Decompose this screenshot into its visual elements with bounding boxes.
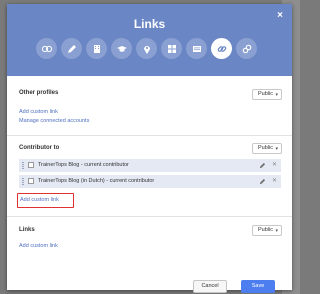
- contributor-row[interactable]: TrainerTops Blog - current contributor ✕: [19, 159, 281, 172]
- links-visibility-value: Public: [258, 227, 273, 233]
- drag-handle-icon[interactable]: [22, 178, 24, 185]
- edit-pencil-icon[interactable]: [259, 178, 266, 185]
- add-custom-link-other-profiles[interactable]: Add custom link: [19, 109, 58, 115]
- contributor-checkbox[interactable]: [28, 162, 34, 168]
- contributor-row-text: TrainerTops Blog (in Dutch) - current co…: [38, 178, 155, 184]
- category-chain-icon[interactable]: [236, 38, 257, 59]
- add-custom-link-contributor[interactable]: Add custom link: [20, 197, 59, 203]
- remove-x-icon[interactable]: ✕: [272, 177, 277, 184]
- dropdown-arrow-icon: ▾: [275, 228, 278, 234]
- drag-handle-icon[interactable]: [22, 162, 24, 169]
- section-divider: [7, 135, 292, 136]
- save-button[interactable]: Save: [241, 280, 275, 293]
- edit-pencil-icon[interactable]: [259, 162, 266, 169]
- links-dialog: Links × Other profiles Public ▾ Add cust…: [7, 4, 292, 290]
- category-link-icon[interactable]: [211, 38, 232, 59]
- close-icon[interactable]: ×: [277, 10, 283, 21]
- remove-x-icon[interactable]: ✕: [272, 161, 277, 168]
- contributor-to-label: Contributor to: [19, 145, 60, 151]
- dialog-header: Links ×: [7, 4, 292, 76]
- links-label: Links: [19, 227, 35, 233]
- links-visibility-select[interactable]: Public ▾: [252, 225, 282, 236]
- add-custom-link-links[interactable]: Add custom link: [19, 243, 58, 249]
- category-pencil-icon[interactable]: [61, 38, 82, 59]
- contributor-row[interactable]: TrainerTops Blog (in Dutch) - current co…: [19, 175, 281, 188]
- category-circles-icon[interactable]: [36, 38, 57, 59]
- contributor-visibility-value: Public: [258, 145, 273, 151]
- manage-connected-accounts-link[interactable]: Manage connected accounts: [19, 118, 89, 124]
- section-divider: [7, 216, 292, 217]
- category-icons: [36, 38, 257, 60]
- category-map-pin-icon[interactable]: [136, 38, 157, 59]
- dropdown-arrow-icon: ▾: [275, 92, 278, 98]
- contributor-row-text: TrainerTops Blog - current contributor: [38, 162, 129, 168]
- category-grid-icon[interactable]: [161, 38, 182, 59]
- other-profiles-label: Other profiles: [19, 90, 59, 96]
- category-card-icon[interactable]: [186, 38, 207, 59]
- contributor-checkbox[interactable]: [28, 178, 34, 184]
- cancel-button[interactable]: Cancel: [193, 280, 227, 293]
- dropdown-arrow-icon: ▾: [275, 146, 278, 152]
- other-profiles-visibility-value: Public: [258, 91, 273, 97]
- contributor-visibility-select[interactable]: Public ▾: [252, 143, 282, 154]
- dialog-title: Links: [133, 17, 166, 31]
- other-profiles-visibility-select[interactable]: Public ▾: [252, 89, 282, 100]
- category-building-icon[interactable]: [86, 38, 107, 59]
- category-graduation-cap-icon[interactable]: [111, 38, 132, 59]
